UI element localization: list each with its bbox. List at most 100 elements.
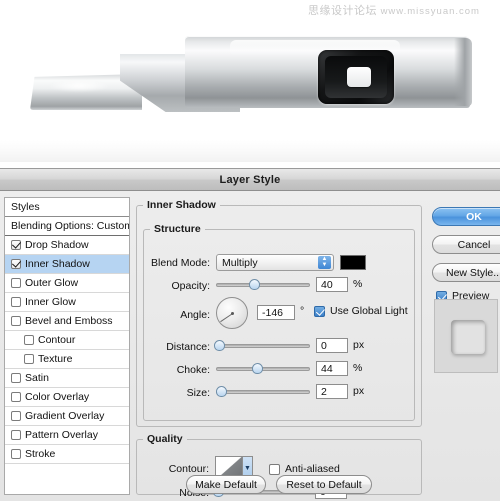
contour-label: Contour: — [168, 463, 209, 475]
style-label-bevel-and-emboss: Bevel and Emboss — [25, 315, 113, 327]
distance-unit: px — [353, 339, 365, 351]
style-row-bevel-and-emboss[interactable]: Bevel and Emboss — [5, 312, 129, 331]
angle-dial-hub — [230, 311, 234, 315]
canvas-floor-gradient — [0, 140, 500, 162]
angle-input[interactable]: -146 — [257, 305, 295, 320]
checkbox-icon-contour[interactable] — [24, 335, 34, 345]
checkbox-icon-pattern-overlay[interactable] — [11, 430, 21, 440]
checkbox-icon-use-global-light[interactable] — [314, 305, 325, 317]
opacity-slider-track — [216, 283, 310, 287]
style-label-inner-shadow: Inner Shadow — [25, 258, 90, 270]
chevron-updown-icon[interactable]: ▲ ▼ — [318, 256, 331, 269]
inner-shadow-group: Inner Shadow Structure Blend Mode: Multi… — [136, 199, 422, 427]
opacity-unit: % — [353, 278, 363, 290]
angle-dial[interactable] — [216, 297, 248, 329]
distance-slider-thumb[interactable] — [213, 340, 225, 351]
style-row-stroke[interactable]: Stroke — [5, 445, 129, 464]
distance-input[interactable]: 0 — [316, 338, 348, 353]
screenshot-root: 思缘设计论坛 www.missyuan.com Layer Style Styl… — [0, 0, 500, 501]
reset-to-default-button[interactable]: Reset to Default — [276, 475, 372, 494]
shadow-color-swatch[interactable] — [340, 255, 366, 270]
style-row-gradient-overlay[interactable]: Gradient Overlay — [5, 407, 129, 426]
distance-slider-track — [216, 344, 310, 348]
ok-button[interactable]: OK — [432, 207, 500, 226]
metallic-tool-illustration — [30, 32, 472, 132]
choke-slider-thumb[interactable] — [252, 363, 264, 374]
quality-legend: Quality — [147, 433, 183, 445]
style-row-texture[interactable]: Texture — [5, 350, 129, 369]
style-label-color-overlay: Color Overlay — [25, 391, 90, 403]
style-label-inner-glow: Inner Glow — [25, 296, 76, 308]
distance-slider[interactable] — [213, 339, 310, 353]
size-slider-thumb[interactable] — [215, 386, 227, 397]
dialog-body: Styles Blending Options: Custom Drop Sha… — [0, 191, 500, 501]
blending-options-row[interactable]: Blending Options: Custom — [5, 217, 129, 236]
inner-shadow-group-title: Inner Shadow — [147, 199, 216, 211]
opacity-slider[interactable] — [216, 278, 310, 292]
style-label-stroke: Stroke — [25, 448, 56, 460]
anti-aliased-checkbox[interactable]: Anti-aliased — [269, 463, 340, 475]
dialog-titlebar[interactable]: Layer Style — [0, 169, 500, 191]
style-label-contour: Contour — [38, 334, 76, 346]
checkbox-icon-color-overlay[interactable] — [11, 392, 21, 402]
checkbox-icon-inner-shadow[interactable] — [11, 259, 21, 269]
style-row-inner-shadow[interactable]: Inner Shadow — [5, 255, 129, 274]
choke-input[interactable]: 44 — [316, 361, 348, 376]
choke-label: Choke: — [176, 364, 210, 376]
make-default-button[interactable]: Make Default — [186, 475, 266, 494]
checkbox-icon-drop-shadow[interactable] — [11, 240, 21, 250]
size-unit: px — [353, 385, 365, 397]
dialog-title: Layer Style — [219, 173, 281, 186]
blend-mode-label: Blend Mode: — [151, 257, 210, 269]
tool-button-recess — [318, 50, 394, 104]
style-row-pattern-overlay[interactable]: Pattern Overlay — [5, 426, 129, 445]
style-row-drop-shadow[interactable]: Drop Shadow — [5, 236, 129, 255]
style-row-satin[interactable]: Satin — [5, 369, 129, 388]
checkbox-icon-anti-aliased[interactable] — [269, 463, 280, 475]
opacity-slider-thumb[interactable] — [248, 279, 260, 290]
artboard-canvas — [0, 0, 500, 162]
size-slider-track — [216, 390, 310, 394]
style-row-outer-glow[interactable]: Outer Glow — [5, 274, 129, 293]
styles-list-panel[interactable]: Styles Blending Options: Custom Drop Sha… — [4, 197, 130, 495]
choke-slider[interactable] — [216, 362, 310, 376]
structure-group: Structure Blend Mode: Multiply ▲ ▼ Opacit… — [143, 223, 415, 421]
style-label-outer-glow: Outer Glow — [25, 277, 79, 289]
watermark: 思缘设计论坛 www.missyuan.com — [308, 2, 480, 18]
dialog-actions-panel: OK Cancel New Style... Preview — [428, 197, 500, 495]
style-row-color-overlay[interactable]: Color Overlay — [5, 388, 129, 407]
blend-mode-select[interactable]: Multiply ▲ ▼ — [216, 254, 334, 271]
size-input[interactable]: 2 — [316, 384, 348, 399]
checkbox-icon-texture[interactable] — [24, 354, 34, 364]
opacity-input[interactable]: 40 — [316, 277, 348, 292]
style-row-inner-glow[interactable]: Inner Glow — [5, 293, 129, 312]
checkbox-icon-satin[interactable] — [11, 373, 21, 383]
structure-legend: Structure — [154, 223, 201, 235]
choke-unit: % — [353, 362, 363, 374]
use-global-light-checkbox[interactable]: Use Global Light — [314, 305, 408, 317]
new-style-button[interactable]: New Style... — [432, 263, 500, 282]
style-row-contour[interactable]: Contour — [5, 331, 129, 350]
size-label: Size: — [186, 387, 210, 399]
watermark-cn: 思缘设计论坛 — [308, 4, 377, 17]
style-label-drop-shadow: Drop Shadow — [25, 239, 89, 251]
effect-settings-panel: Inner Shadow Structure Blend Mode: Multi… — [136, 197, 422, 499]
tool-button-cap — [347, 67, 371, 87]
preview-thumbnail-shape — [451, 320, 485, 354]
checkbox-icon-bevel-and-emboss[interactable] — [11, 316, 21, 326]
style-label-pattern-overlay: Pattern Overlay — [25, 429, 98, 441]
size-slider[interactable] — [215, 385, 310, 399]
cancel-button[interactable]: Cancel — [432, 235, 500, 254]
use-global-light-label: Use Global Light — [330, 305, 408, 317]
distance-label: Distance: — [166, 341, 210, 353]
style-label-gradient-overlay: Gradient Overlay — [25, 410, 105, 422]
checkbox-icon-gradient-overlay[interactable] — [11, 411, 21, 421]
styles-list-header[interactable]: Styles — [5, 198, 129, 217]
checkbox-icon-inner-glow[interactable] — [11, 297, 21, 307]
checkbox-icon-stroke[interactable] — [11, 449, 21, 459]
style-label-satin: Satin — [25, 372, 49, 384]
angle-label: Angle: — [180, 309, 210, 321]
checkbox-icon-outer-glow[interactable] — [11, 278, 21, 288]
styles-header-label: Styles — [11, 201, 40, 213]
angle-unit: ° — [300, 305, 305, 317]
